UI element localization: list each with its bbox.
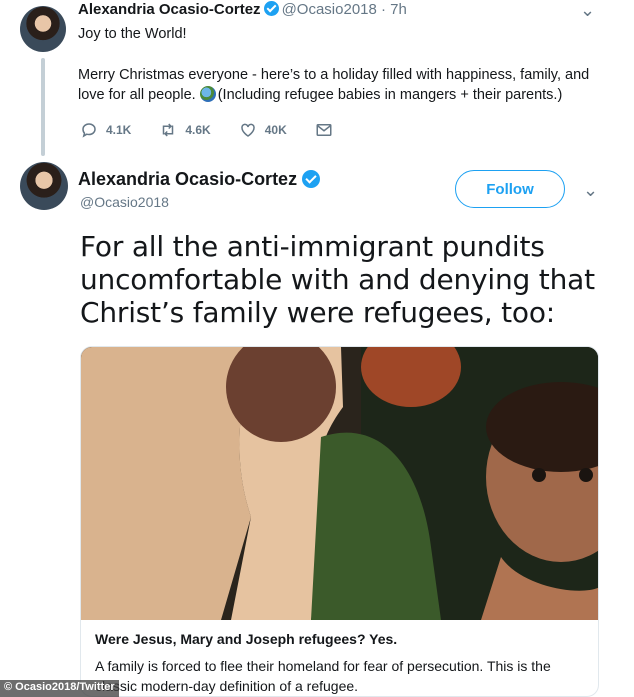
tweet-header: Alexandria Ocasio-Cortez @Ocasio2018 · 7h	[78, 1, 407, 18]
author-name-row: Alexandria Ocasio-Cortez	[78, 169, 323, 190]
tweet-actions: 4.1K 4.6K 40K	[80, 121, 369, 139]
reply-button[interactable]: 4.1K	[80, 121, 131, 139]
card-image	[81, 347, 598, 620]
author-handle[interactable]: @Ocasio2018	[282, 1, 377, 18]
tweet-text-segment: love for all people.	[78, 87, 196, 103]
avatar[interactable]	[20, 6, 66, 52]
retweet-count: 4.6K	[185, 123, 211, 137]
tweet-text-line: Joy to the World!	[78, 26, 187, 42]
tweet-text-segment: (Including refugee babies in mangers + t…	[217, 87, 563, 103]
envelope-icon	[316, 124, 332, 136]
reply-icon	[82, 123, 96, 138]
author-name[interactable]: Alexandria Ocasio-Cortez	[78, 1, 261, 18]
quoted-tweet[interactable]: Alexandria Ocasio-Cortez @Ocasio2018 Fol…	[0, 150, 634, 697]
follow-button[interactable]: Follow	[455, 170, 565, 208]
chevron-down-icon[interactable]: ⌄	[580, 0, 595, 21]
direct-message-button[interactable]	[315, 121, 341, 139]
like-count: 40K	[264, 123, 287, 137]
verified-badge-icon	[302, 170, 321, 188]
card-title[interactable]: Were Jesus, Mary and Joseph refugees? Ye…	[95, 631, 397, 647]
tweet-reply[interactable]: Alexandria Ocasio-Cortez @Ocasio2018 · 7h…	[0, 0, 634, 156]
retweet-icon	[163, 123, 174, 137]
tweet-body: For all the anti-immigrant pundits uncom…	[80, 230, 595, 329]
author-name[interactable]: Alexandria Ocasio-Cortez	[78, 169, 297, 189]
avatar[interactable]	[20, 162, 68, 210]
thread-connector	[41, 58, 45, 156]
reply-count: 4.1K	[106, 123, 132, 137]
like-button[interactable]: 40K	[239, 121, 287, 139]
tweet-timestamp[interactable]: · 7h	[381, 1, 407, 18]
tweet-text: Joy to the World! Merry Christmas everyo…	[78, 24, 608, 105]
globe-icon	[199, 86, 216, 102]
refugee-photo-image	[81, 347, 598, 620]
chevron-down-icon[interactable]: ⌄	[583, 180, 598, 201]
card-description: A family is forced to flee their homelan…	[95, 658, 551, 694]
author-handle[interactable]: @Ocasio2018	[80, 194, 169, 210]
heart-icon	[240, 123, 255, 137]
verified-badge-icon	[263, 1, 279, 16]
tweet-text-line: Merry Christmas everyone - here’s to a h…	[78, 67, 590, 83]
tweet-text-line: love for all people. (Including refugee …	[78, 85, 608, 105]
link-card[interactable]: Were Jesus, Mary and Joseph refugees? Ye…	[80, 346, 599, 697]
retweet-button[interactable]: 4.6K	[159, 121, 211, 139]
photo-credit-watermark: © Ocasio2018/Twitter	[0, 680, 119, 697]
